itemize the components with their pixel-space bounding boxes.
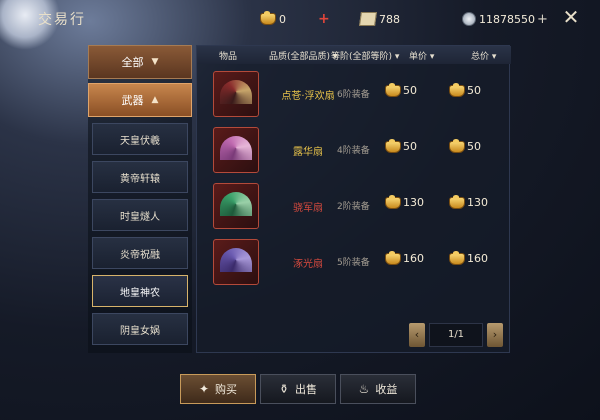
ticket-amount: 788 <box>379 12 400 26</box>
total-price: 160 <box>449 250 488 265</box>
category-sidebar: 全部 ▼ 武器 ▲ 天皇伏羲 黄帝轩辕 时皇燧人 炎帝祝融 地皇神农 阴皇女娲 <box>88 45 192 353</box>
ingot-icon <box>449 194 465 209</box>
tab-sell-label: 出售 <box>295 383 318 396</box>
listing-row[interactable]: 点苍·浮欢扇 6阶装备 50 50 <box>207 70 503 120</box>
add-ingot-icon[interactable]: + <box>318 11 330 27</box>
subcategory-item-selected[interactable]: 地皇神农 <box>92 275 188 307</box>
ingot-icon <box>449 250 465 265</box>
subcategory-item[interactable]: 阴皇女娲 <box>92 313 188 345</box>
fan-icon <box>213 71 259 117</box>
add-silver-icon[interactable]: + <box>537 12 548 27</box>
column-tier[interactable]: 等阶(全部等阶) ▾ <box>331 49 399 62</box>
listing-row[interactable]: 涿光扇 5阶装备 160 160 <box>207 238 503 288</box>
ticket-balance: 788 <box>359 10 400 28</box>
tab-income[interactable]: ♨ 收益 <box>340 374 416 404</box>
silver-amount: 11878550 <box>479 12 535 26</box>
fan-icon <box>213 183 259 229</box>
filter-all-label: 全部 <box>121 56 144 69</box>
unit-price: 50 <box>385 138 417 153</box>
item-tier: 5阶装备 <box>337 258 370 268</box>
ticket-icon <box>359 12 377 26</box>
column-total-price[interactable]: 总价 ▾ <box>471 49 496 62</box>
listing-panel: 物品 品质(全部品质) ▾ 等阶(全部等阶) ▾ 单价 ▾ 总价 ▾ 点苍·浮欢… <box>196 45 511 353</box>
close-icon[interactable]: ✕ <box>560 6 582 28</box>
sell-icon: ⚱ <box>278 382 290 396</box>
ingot-icon <box>385 82 401 97</box>
page-title: 交易行 <box>38 12 86 28</box>
chevron-up-icon: ▲ <box>151 95 159 105</box>
fan-icon <box>213 127 259 173</box>
subcategory-item[interactable]: 天皇伏羲 <box>92 123 188 155</box>
silver-coin-icon <box>462 12 476 26</box>
tab-sell[interactable]: ⚱ 出售 <box>260 374 336 404</box>
prev-page-button[interactable]: ‹ <box>409 323 425 347</box>
subcategory-item[interactable]: 时皇燧人 <box>92 199 188 231</box>
ingot-icon <box>385 194 401 209</box>
tab-income-label: 收益 <box>375 383 398 396</box>
filter-all[interactable]: 全部 ▼ <box>88 45 192 79</box>
ingot-icon <box>385 138 401 153</box>
ingot-icon <box>260 11 276 25</box>
silver-balance: 11878550 + <box>462 10 548 28</box>
item-tier: 6阶装备 <box>337 90 370 100</box>
tab-buy[interactable]: ✦ 购买 <box>180 374 256 404</box>
column-item: 物品 <box>219 52 238 62</box>
column-quality[interactable]: 品质(全部品质) ▾ <box>269 49 337 62</box>
pagination: ‹ 1/1 › <box>409 323 503 347</box>
listing-row[interactable]: 骁军扇 2阶装备 130 130 <box>207 182 503 232</box>
income-icon: ♨ <box>358 382 370 396</box>
total-price: 130 <box>449 194 488 209</box>
listing-row[interactable]: 露华扇 4阶装备 50 50 <box>207 126 503 176</box>
column-unit-price[interactable]: 单价 ▾ <box>409 49 434 62</box>
total-price: 50 <box>449 138 481 153</box>
subcategory-item[interactable]: 炎帝祝融 <box>92 237 188 269</box>
fan-icon <box>213 239 259 285</box>
next-page-button[interactable]: › <box>487 323 503 347</box>
ingot-icon <box>449 138 465 153</box>
table-header: 物品 品质(全部品质) ▾ 等阶(全部等阶) ▾ 单价 ▾ 总价 ▾ <box>197 46 511 64</box>
subcategory-item[interactable]: 黄帝轩辕 <box>92 161 188 193</box>
unit-price: 160 <box>385 250 424 265</box>
item-tier: 2阶装备 <box>337 202 370 212</box>
tab-buy-label: 购买 <box>215 383 238 396</box>
ingot-icon <box>449 82 465 97</box>
unit-price: 50 <box>385 82 417 97</box>
unit-price: 130 <box>385 194 424 209</box>
filter-weapon[interactable]: 武器 ▲ <box>88 83 192 117</box>
ingot-icon <box>385 250 401 265</box>
total-price: 50 <box>449 82 481 97</box>
page-indicator: 1/1 <box>429 323 483 347</box>
item-tier: 4阶装备 <box>337 146 370 156</box>
buy-icon: ✦ <box>198 382 210 396</box>
filter-weapon-label: 武器 <box>121 94 144 107</box>
ingot-amount: 0 <box>279 12 286 26</box>
top-bar: 交易行 0 + 788 11878550 + ✕ <box>0 0 600 38</box>
chevron-down-icon: ▼ <box>151 57 159 67</box>
ingot-balance: 0 + <box>260 10 330 28</box>
